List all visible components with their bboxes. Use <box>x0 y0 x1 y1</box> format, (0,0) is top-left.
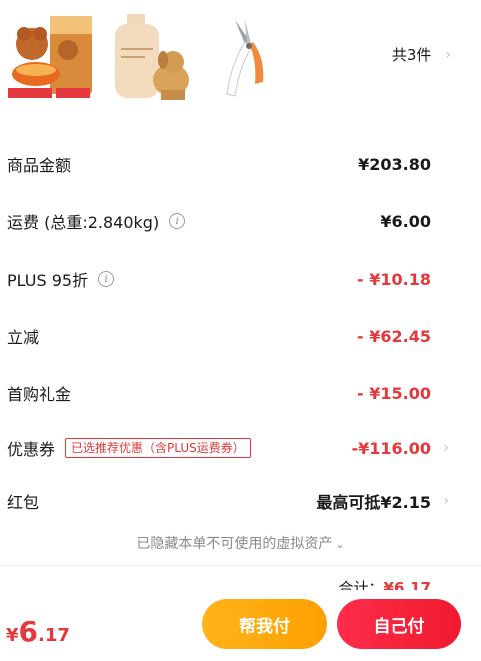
red-packet-value: 最高可抵¥2.15 <box>316 493 431 512</box>
chevron-right-icon: › <box>443 440 449 456</box>
coupon-value: -¥116.00 <box>351 438 431 458</box>
red-packet-row[interactable]: 红包 最高可抵¥2.15 › <box>0 486 481 516</box>
chevron-right-icon: › <box>443 493 449 509</box>
order-total: 合计：¥6.17 <box>339 576 431 590</box>
fee-row-shipping: 运费 (总重:2.840kg) i ¥6.00 <box>0 206 481 236</box>
fee-row-goods-amount: 商品金额 ¥203.80 <box>0 149 481 179</box>
item-count-label: 共3件 <box>391 46 432 64</box>
total-amount: ¥6.17 <box>383 579 431 590</box>
fee-value: ¥203.80 <box>358 154 431 174</box>
product-summary[interactable]: 共3件 › <box>0 0 481 110</box>
info-icon[interactable]: i <box>169 213 186 229</box>
hidden-assets-toggle[interactable]: 已隐藏本单不可使用的虚拟资产 ⌄ <box>0 533 481 553</box>
currency-symbol: ¥ <box>6 625 19 646</box>
fee-row-first-purchase-gift: 首购礼金 - ¥15.00 <box>0 378 481 408</box>
pet-nail-clipper-image <box>205 10 295 102</box>
coupon-selected-tag: 已选推荐优惠（含PLUS运费券） <box>65 438 251 458</box>
ask-friend-pay-button[interactable]: 帮我付 <box>202 599 327 649</box>
pay-myself-button[interactable]: 自己付 <box>337 599 461 649</box>
chevron-right-icon: › <box>445 46 451 63</box>
fee-value: ¥6.00 <box>380 211 431 231</box>
price-decimal: .17 <box>38 625 70 646</box>
chevron-down-icon: ⌄ <box>335 538 345 551</box>
info-icon[interactable]: i <box>98 271 115 287</box>
coupon-label: 优惠券 <box>7 440 56 459</box>
pay-amount: ¥ 6 .17 <box>6 615 70 648</box>
pet-shampoo-bottle-image <box>105 10 195 102</box>
fee-value: - ¥10.18 <box>357 269 431 289</box>
dog-food-bag-image <box>6 10 96 102</box>
price-integer: 6 <box>18 615 39 648</box>
fee-label: 立减 <box>7 328 40 347</box>
checkout-bar: ¥ 6 .17 帮我付 自己付 <box>0 592 481 661</box>
hidden-assets-text: 已隐藏本单不可使用的虚拟资产 <box>136 536 333 552</box>
divider <box>0 565 481 566</box>
fee-value: - ¥15.00 <box>357 383 431 403</box>
fee-row-instant-discount: 立减 - ¥62.45 <box>0 321 481 351</box>
fee-label: 商品金额 <box>7 156 72 175</box>
fee-label: 首购礼金 <box>7 385 72 404</box>
red-packet-label: 红包 <box>7 493 40 512</box>
fee-label: PLUS 95折 <box>7 271 89 290</box>
fee-label: 运费 (总重:2.840kg) <box>7 213 160 232</box>
fee-value: - ¥62.45 <box>357 326 431 346</box>
fee-row-plus-discount: PLUS 95折 i - ¥10.18 <box>0 264 481 294</box>
coupon-row[interactable]: 优惠券 已选推荐优惠（含PLUS运费券） -¥116.00 › <box>0 433 481 463</box>
total-label: 合计： <box>338 579 384 590</box>
